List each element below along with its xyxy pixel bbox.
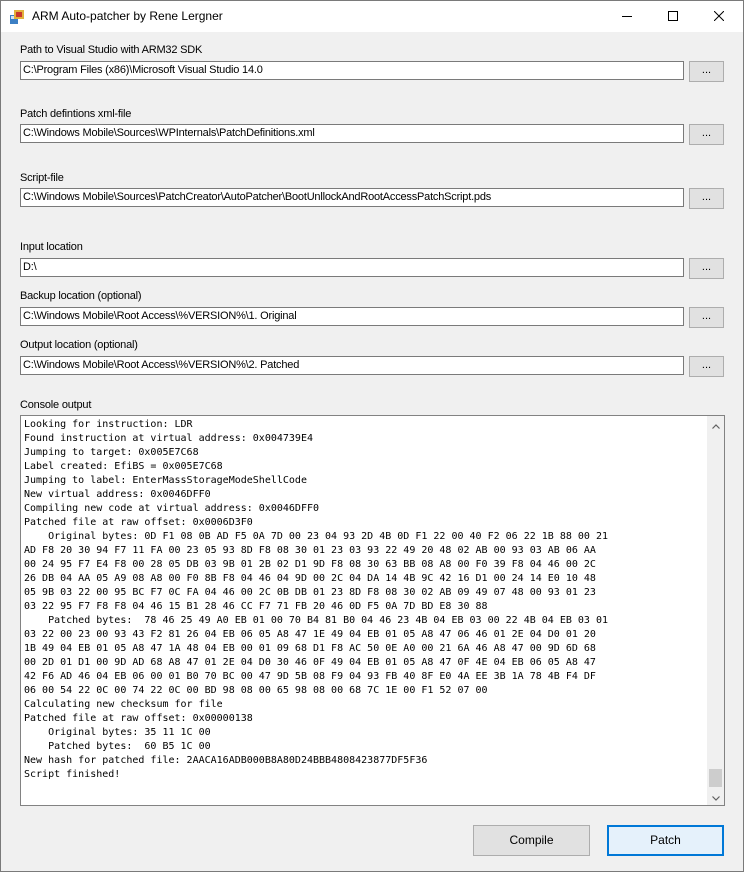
form-client-area: Path to Visual Studio with ARM32 SDK C:\… (1, 32, 743, 871)
output-location-label: Output location (optional) (20, 339, 138, 351)
patch-definitions-label: Patch defintions xml-file (20, 108, 132, 120)
output-location-input[interactable]: C:\Windows Mobile\Root Access\%VERSION%\… (20, 356, 684, 375)
window-title: ARM Auto-patcher by Rene Lergner (32, 9, 223, 23)
backup-location-input[interactable]: C:\Windows Mobile\Root Access\%VERSION%\… (20, 307, 684, 326)
patch-button[interactable]: Patch (607, 825, 724, 856)
patch-definitions-input[interactable]: C:\Windows Mobile\Sources\WPInternals\Pa… (20, 124, 684, 143)
output-location-browse-button[interactable]: ... (689, 356, 724, 377)
close-icon (713, 8, 725, 26)
app-window: ARM Auto-patcher by Rene Lergner Path to… (0, 0, 744, 872)
console-output-label: Console output (20, 399, 92, 411)
console-output-text: Looking for instruction: LDR Found instr… (24, 419, 608, 780)
backup-location-label: Backup location (optional) (20, 290, 142, 302)
script-file-label: Script-file (20, 172, 64, 184)
patch-definitions-browse-button[interactable]: ... (689, 124, 724, 145)
maximize-button[interactable] (650, 1, 696, 32)
chevron-down-icon (711, 788, 720, 806)
input-location-label: Input location (20, 241, 83, 253)
scrollbar-thumb[interactable] (709, 769, 722, 787)
app-icon (10, 10, 24, 24)
chevron-up-icon (711, 416, 720, 434)
close-button[interactable] (696, 1, 742, 32)
minimize-button[interactable] (604, 1, 650, 32)
vs-path-label: Path to Visual Studio with ARM32 SDK (20, 44, 203, 56)
input-location-input[interactable]: D:\ (20, 258, 684, 277)
console-output[interactable]: Looking for instruction: LDR Found instr… (20, 415, 725, 806)
title-bar[interactable]: ARM Auto-patcher by Rene Lergner (1, 1, 743, 32)
script-file-input[interactable]: C:\Windows Mobile\Sources\PatchCreator\A… (20, 188, 684, 207)
minimize-icon (622, 8, 632, 26)
vs-path-browse-button[interactable]: ... (689, 61, 724, 82)
console-scrollbar[interactable] (707, 416, 724, 805)
compile-button[interactable]: Compile (473, 825, 590, 856)
scroll-down-button[interactable] (707, 788, 724, 805)
maximize-icon (668, 8, 678, 26)
vs-path-input[interactable]: C:\Program Files (x86)\Microsoft Visual … (20, 61, 684, 80)
scroll-up-button[interactable] (707, 416, 724, 433)
input-location-browse-button[interactable]: ... (689, 258, 724, 279)
backup-location-browse-button[interactable]: ... (689, 307, 724, 328)
script-file-browse-button[interactable]: ... (689, 188, 724, 209)
